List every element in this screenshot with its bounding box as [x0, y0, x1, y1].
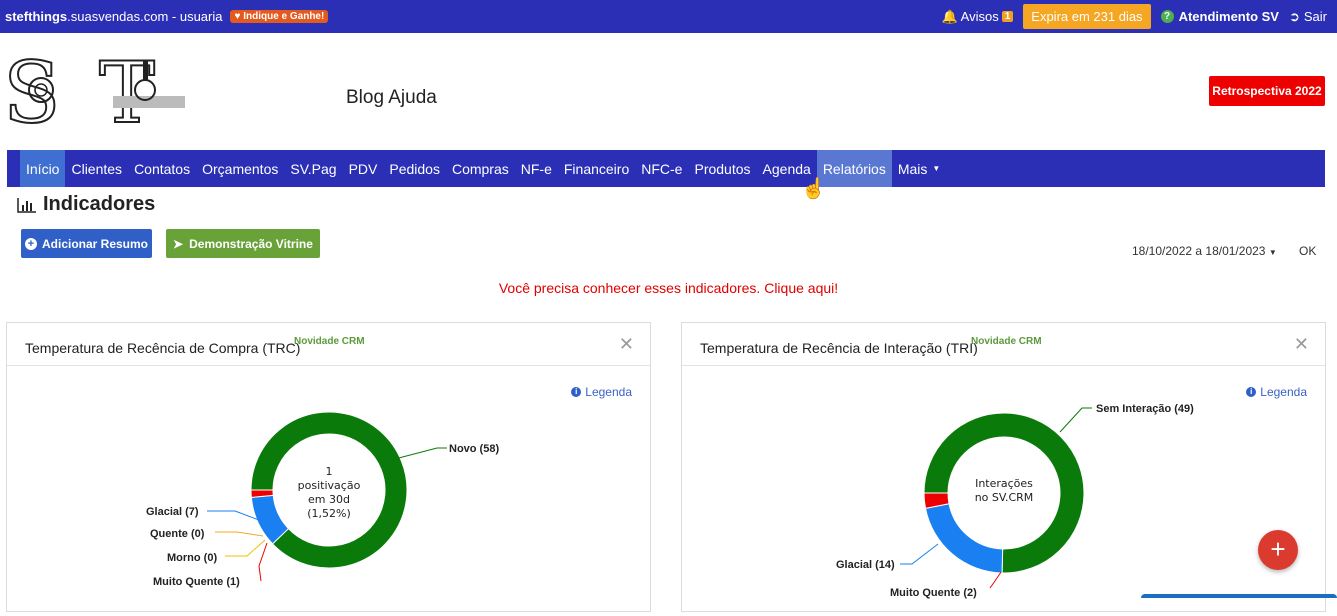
- nav-compras[interactable]: Compras: [446, 150, 515, 187]
- nav-relatorios[interactable]: Relatórios: [816, 150, 892, 187]
- site-info: stefthings.suasvendas.com - usuaria ♥ In…: [5, 9, 329, 24]
- demonstracao-vitrine-label: Demonstração Vitrine: [189, 236, 313, 251]
- panel-trc: Temperatura de Recência de Compra (TRC) …: [6, 322, 651, 612]
- help-icon: ?: [1160, 10, 1174, 23]
- panel-trc-title: Temperatura de Recência de Compra (TRC): [25, 340, 301, 356]
- site-name[interactable]: stefthings.suasvendas.com - usuaria: [5, 9, 222, 24]
- retrospectiva-button[interactable]: Retrospectiva 2022: [1209, 76, 1325, 106]
- page-title-text: Indicadores: [43, 193, 156, 215]
- date-range-picker[interactable]: 18/10/2022 a 18/01/2023 ▼: [1132, 244, 1277, 258]
- sair-label: Sair: [1303, 9, 1327, 24]
- top-bar-actions: 🔔 Avisos 1 Expira em 231 dias ? Atendime…: [941, 0, 1327, 33]
- caret-down-icon: ▼: [1268, 248, 1277, 257]
- label-sem-interacao[interactable]: Sem Interação (49): [1096, 403, 1194, 415]
- nav-financeiro[interactable]: Financeiro: [558, 150, 635, 187]
- trc-center-line1: 1: [326, 465, 333, 478]
- panel-tri-header: Temperatura de Recência de Interação (TR…: [682, 323, 1325, 366]
- panel-trc-header: Temperatura de Recência de Compra (TRC) …: [7, 323, 650, 366]
- leader-line: [258, 542, 268, 582]
- atendimento-link[interactable]: ? Atendimento SV: [1160, 9, 1279, 24]
- hand-cursor-icon: ☝: [801, 178, 826, 200]
- send-icon: ➤: [173, 236, 184, 251]
- avisos-count-badge: 1: [1001, 11, 1014, 22]
- add-fab-button[interactable]: +: [1258, 530, 1298, 570]
- trc-center-line4: (1,52%): [307, 507, 351, 520]
- label-morno[interactable]: Morno (0): [167, 552, 217, 564]
- novidade-badge: Novidade CRM: [294, 336, 365, 347]
- chat-widget-tab[interactable]: [1141, 594, 1337, 598]
- atendimento-label: Atendimento SV: [1178, 9, 1279, 24]
- blog-ajuda-link[interactable]: Blog Ajuda: [346, 87, 437, 109]
- leader-line: [989, 571, 1002, 589]
- nav-contatos[interactable]: Contatos: [128, 150, 196, 187]
- logout-icon: ➲: [1288, 8, 1300, 24]
- site-name-rest: .suasvendas.com - usuaria: [67, 9, 223, 24]
- nav-mais[interactable]: Mais ▼: [892, 150, 946, 187]
- panel-tri: Temperatura de Recência de Interação (TR…: [681, 322, 1326, 612]
- sair-link[interactable]: ➲ Sair: [1289, 9, 1327, 25]
- nav-nfe[interactable]: NF-e: [515, 150, 558, 187]
- ok-button[interactable]: OK: [1299, 244, 1316, 258]
- leader-line: [215, 531, 264, 537]
- leader-line: [900, 543, 939, 565]
- panel-tri-title: Temperatura de Recência de Interação (TR…: [700, 340, 978, 356]
- close-icon[interactable]: ✕: [619, 334, 634, 355]
- bell-icon: 🔔: [941, 8, 958, 24]
- avisos-label: Avisos: [960, 9, 999, 24]
- indique-label: Indique e Ganhe!: [243, 11, 325, 22]
- main-nav: Início Clientes Contatos Orçamentos SV.P…: [7, 150, 1325, 187]
- tri-center-line1: Interações: [975, 477, 1033, 490]
- demonstracao-vitrine-button[interactable]: ➤ Demonstração Vitrine: [166, 229, 320, 258]
- leader-line: [225, 539, 266, 557]
- nav-mais-label: Mais: [897, 160, 928, 177]
- nav-orcamentos[interactable]: Orçamentos: [196, 150, 284, 187]
- leader-line: [207, 510, 260, 521]
- expira-button[interactable]: Expira em 231 dias: [1023, 4, 1151, 29]
- leader-line: [1059, 407, 1092, 433]
- label-muito-quente[interactable]: Muito Quente (2): [890, 587, 977, 599]
- nav-clientes[interactable]: Clientes: [65, 150, 128, 187]
- nav-pdv[interactable]: PDV: [343, 150, 384, 187]
- adicionar-resumo-button[interactable]: + Adicionar Resumo: [21, 229, 152, 258]
- trc-donut-chart: 1 positivação em 30d (1,52%) Novo (58) G…: [146, 411, 499, 588]
- label-novo[interactable]: Novo (58): [449, 443, 499, 455]
- indicadores-alert-link[interactable]: Você precisa conhecer esses indicadores.…: [0, 280, 1337, 296]
- nav-produtos[interactable]: Produtos: [688, 150, 756, 187]
- label-glacial[interactable]: Glacial (14): [836, 559, 895, 571]
- page-title: Indicadores: [17, 193, 155, 216]
- slice-glacial[interactable]: [924, 503, 1004, 574]
- nav-svpag[interactable]: SV.Pag: [284, 150, 342, 187]
- leader-line: [390, 447, 447, 461]
- company-logo[interactable]: S T: [5, 52, 190, 128]
- label-muito-quente[interactable]: Muito Quente (1): [153, 576, 240, 588]
- top-bar: stefthings.suasvendas.com - usuaria ♥ In…: [0, 0, 1337, 33]
- trc-center-line2: positivação: [298, 479, 361, 492]
- adicionar-resumo-label: Adicionar Resumo: [41, 236, 149, 251]
- nav-pedidos[interactable]: Pedidos: [383, 150, 446, 187]
- nav-inicio[interactable]: Início: [20, 150, 66, 187]
- close-icon[interactable]: ✕: [1294, 334, 1309, 355]
- date-range-value: 18/10/2022 a 18/01/2023: [1132, 244, 1266, 258]
- nav-nfce[interactable]: NFC-e: [635, 150, 688, 187]
- novidade-badge: Novidade CRM: [971, 336, 1042, 347]
- trc-center-line3: em 30d: [308, 493, 350, 506]
- plus-circle-icon: +: [24, 237, 37, 250]
- label-quente[interactable]: Quente (0): [150, 528, 205, 540]
- caret-down-icon: ▼: [932, 164, 941, 173]
- tri-center-line2: no SV.CRM: [975, 491, 1034, 504]
- indique-badge[interactable]: ♥ Indique e Ganhe!: [230, 10, 329, 23]
- site-name-bold: stefthings: [5, 9, 68, 24]
- label-glacial[interactable]: Glacial (7): [146, 506, 199, 518]
- avisos-button[interactable]: 🔔 Avisos 1: [941, 8, 1014, 25]
- bar-chart-icon: [17, 197, 36, 213]
- tri-donut-chart: Interações no SV.CRM Sem Interação (49) …: [836, 403, 1194, 599]
